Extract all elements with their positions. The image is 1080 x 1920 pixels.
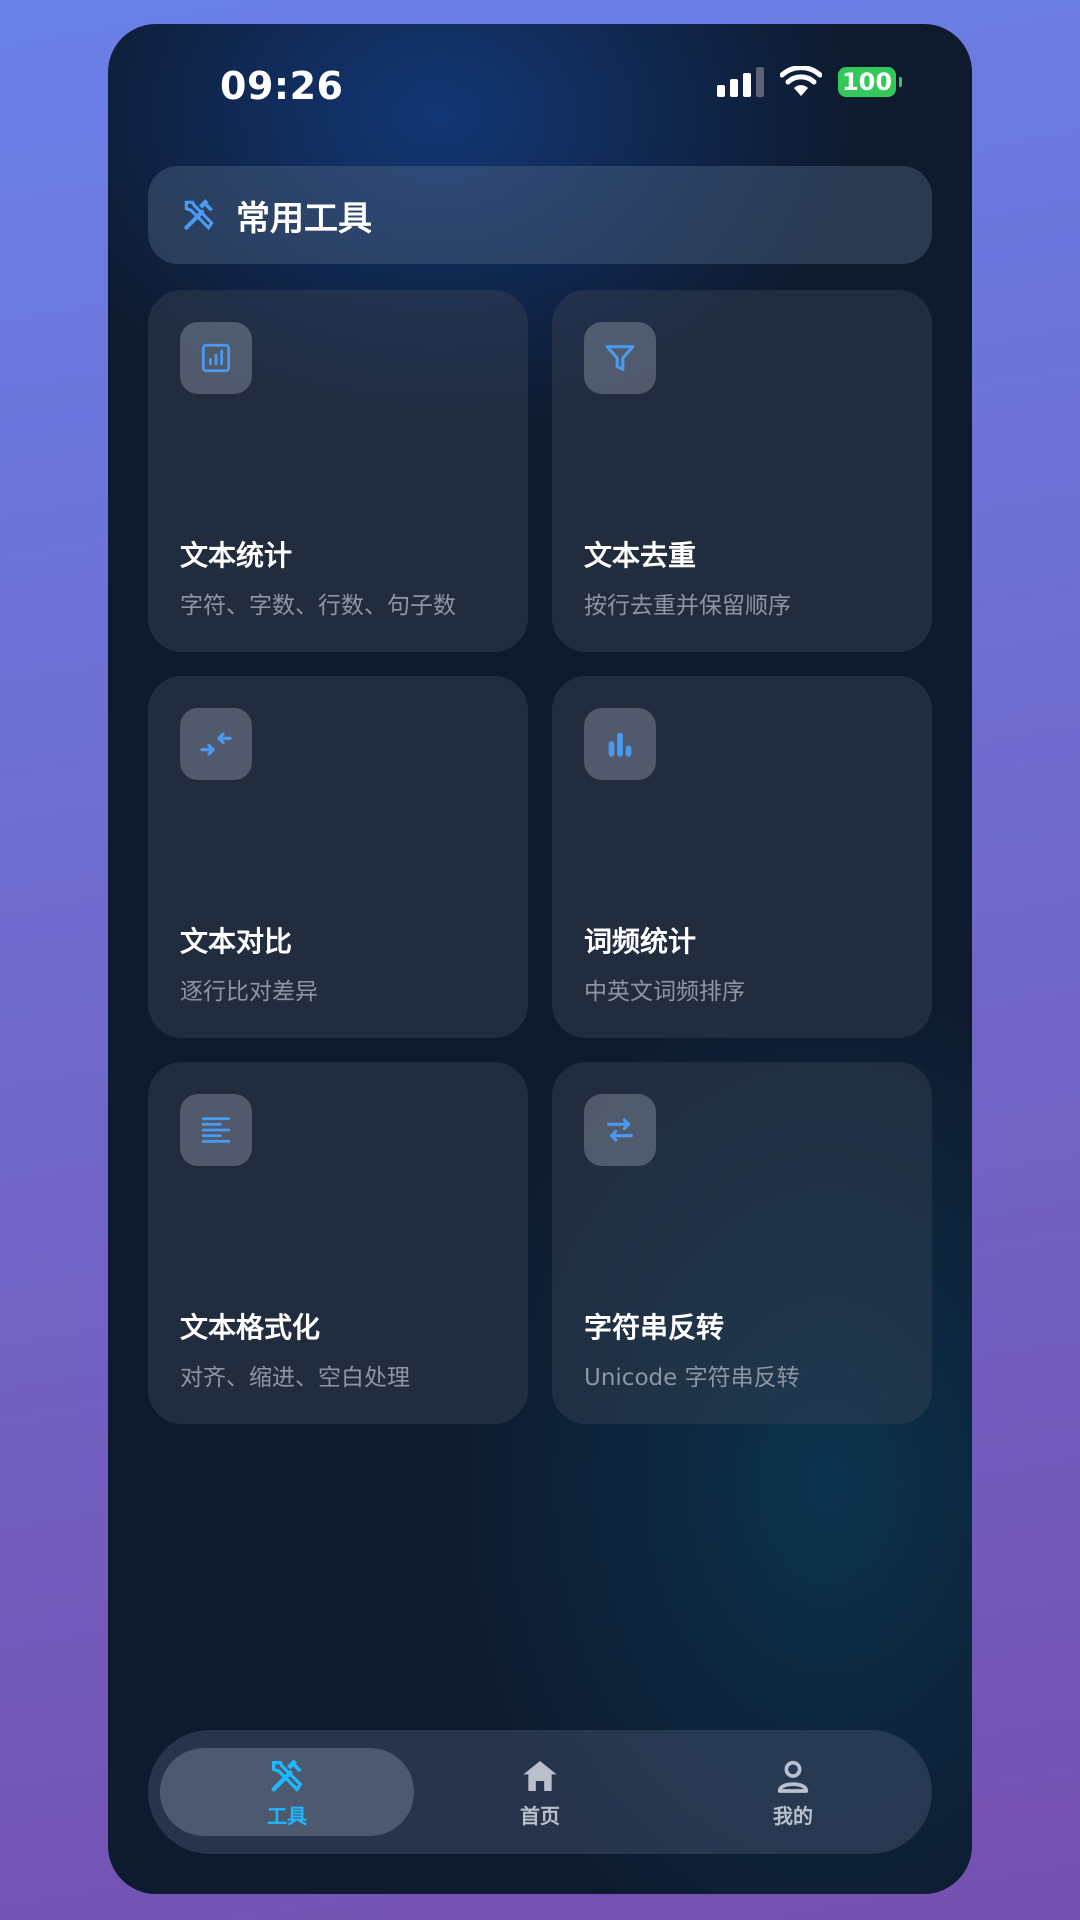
swap-arrows-icon [584,1094,656,1166]
align-left-icon [180,1094,252,1166]
tab-profile[interactable]: 我的 [666,1748,920,1836]
tool-title: 文本统计 [180,539,293,572]
tool-title: 文本格式化 [180,1311,321,1344]
home-icon [523,1760,557,1791]
compare-arrows-icon [180,708,252,780]
user-icon [777,1760,809,1793]
status-time: 09:26 [220,64,344,108]
section-header: 常用工具 [148,166,932,264]
status-icons: 100 [717,66,902,98]
tool-card-compare[interactable]: 文本对比 逐行比对差异 [148,676,528,1038]
tools-icon [184,199,214,231]
tool-desc: 按行去重并保留顺序 [584,593,791,619]
tab-home[interactable]: 首页 [413,1748,667,1836]
tool-title: 词频统计 [584,925,697,958]
wifi-icon [780,66,822,96]
tool-card-word-freq[interactable]: 词频统计 中英文词频排序 [552,676,932,1038]
tool-desc: 中英文词频排序 [584,979,745,1005]
tool-desc: 对齐、缩进、空白处理 [180,1365,410,1391]
tool-desc: 字符、字数、行数、句子数 [180,593,456,619]
tab-label: 我的 [773,1803,813,1828]
tool-desc: 逐行比对差异 [180,979,318,1005]
battery-indicator: 100 [838,67,902,97]
tool-card-format[interactable]: 文本格式化 对齐、缩进、空白处理 [148,1062,528,1424]
tab-label: 工具 [267,1803,307,1828]
tool-card-text-stats[interactable]: 文本统计 字符、字数、行数、句子数 [148,290,528,652]
bar-chart-icon [584,708,656,780]
tool-title: 文本去重 [584,539,697,572]
tab-label: 首页 [520,1803,560,1828]
page-title: 常用工具 [236,198,372,239]
tool-card-reverse[interactable]: 字符串反转 Unicode 字符串反转 [552,1062,932,1424]
stats-icon [180,322,252,394]
filter-icon [584,322,656,394]
tab-tools[interactable]: 工具 [160,1748,414,1836]
tool-card-dedup[interactable]: 文本去重 按行去重并保留顺序 [552,290,932,652]
phone-screen: 09:26 100 常用工具 文本统计 字符、字数、行数、句子数 文本去重 按行… [108,24,972,1894]
signal-icon [717,67,764,97]
tool-title: 字符串反转 [584,1311,725,1344]
bottom-tab-bar: 工具 首页 我的 [148,1730,932,1854]
tools-icon [271,1758,303,1792]
tool-desc: Unicode 字符串反转 [584,1365,800,1391]
tool-title: 文本对比 [180,925,293,958]
